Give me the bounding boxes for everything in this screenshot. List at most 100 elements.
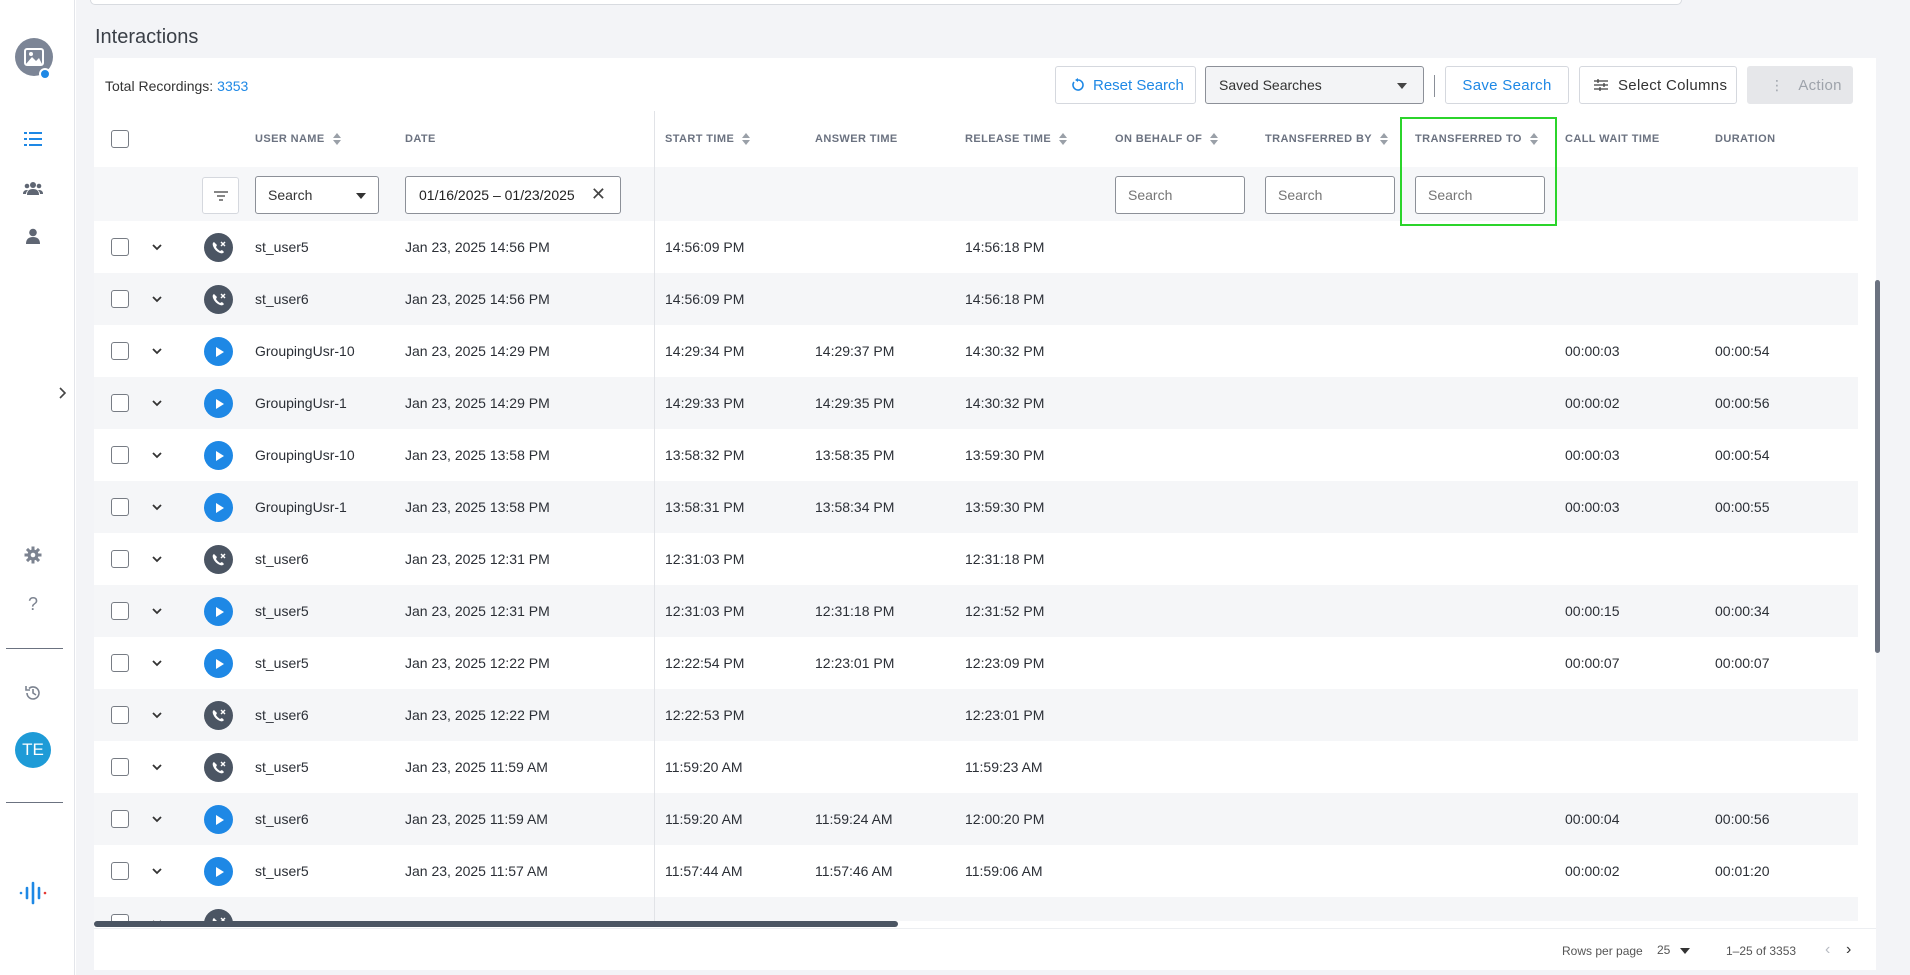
row-checkbox[interactable] <box>111 446 129 464</box>
chevron-down-icon[interactable] <box>151 865 163 877</box>
select-columns-button[interactable]: Select Columns <box>1579 66 1737 104</box>
table-row[interactable]: st_user5 Jan 23, 2025 11:57 AM 11:57:44 AM… <box>94 845 1858 897</box>
column-header-start-time[interactable]: START TIME <box>665 111 751 167</box>
on-behalf-of-search-input[interactable] <box>1115 176 1245 214</box>
profile-image-avatar[interactable] <box>15 38 53 80</box>
row-checkbox[interactable] <box>111 862 129 880</box>
pagination-range: 1–25 of 3353 <box>1726 944 1797 958</box>
cell-duration: 00:00:56 <box>1715 395 1770 411</box>
cell-release-time: 14:56:18 PM <box>965 239 1045 255</box>
table-row[interactable]: st_user6 Jan 23, 2025 14:56 PM 14:56:09 PM… <box>94 273 1858 325</box>
sort-icon[interactable] <box>1380 133 1389 145</box>
sidebar-divider <box>6 648 63 649</box>
column-header-user-name[interactable]: USER NAME <box>255 111 341 167</box>
history-icon <box>25 686 40 700</box>
row-checkbox[interactable] <box>111 758 129 776</box>
row-checkbox[interactable] <box>111 914 129 921</box>
date-range-field[interactable]: 01/16/2025 – 01/23/2025 ✕ <box>405 176 621 214</box>
save-search-button[interactable]: Save Search <box>1445 66 1569 104</box>
row-checkbox[interactable] <box>111 290 129 308</box>
table-row[interactable]: st_user5 Jan 23, 2025 11:59 AM 11:59:20 AM… <box>94 741 1858 793</box>
action-button[interactable]: ⋮ Action <box>1747 66 1853 104</box>
column-header-call-wait-time[interactable]: CALL WAIT TIME <box>1565 111 1660 167</box>
play-recording-button[interactable] <box>204 805 233 834</box>
help-icon[interactable]: ? <box>22 593 44 615</box>
sort-icon[interactable] <box>1059 133 1068 145</box>
column-header-release-time[interactable]: RELEASE TIME <box>965 111 1068 167</box>
play-recording-button[interactable] <box>204 441 233 470</box>
column-header-duration[interactable]: DURATION <box>1715 111 1775 167</box>
filter-button[interactable] <box>202 177 239 214</box>
chevron-down-icon[interactable] <box>151 241 163 253</box>
sidebar-item-settings[interactable] <box>22 544 44 566</box>
table-row[interactable] <box>94 897 1858 921</box>
next-page-button[interactable]: › <box>1846 941 1851 959</box>
table-row[interactable]: GroupingUsr-10 Jan 23, 2025 14:29 PM 14:29… <box>94 325 1858 377</box>
row-checkbox[interactable] <box>111 602 129 620</box>
row-checkbox[interactable] <box>111 810 129 828</box>
chevron-down-icon[interactable] <box>151 605 163 617</box>
chevron-down-icon[interactable] <box>151 709 163 721</box>
sidebar-item-groups[interactable] <box>22 177 44 199</box>
chevron-down-icon[interactable] <box>151 657 163 669</box>
table-row[interactable]: st_user6 Jan 23, 2025 12:31 PM 12:31:03 PM… <box>94 533 1858 585</box>
row-checkbox[interactable] <box>111 342 129 360</box>
missed-call-icon <box>212 709 225 721</box>
play-recording-button[interactable] <box>204 857 233 886</box>
chevron-down-icon[interactable] <box>151 293 163 305</box>
column-header-on-behalf-of[interactable]: ON BEHALF OF <box>1115 111 1219 167</box>
play-recording-button[interactable] <box>204 493 233 522</box>
sort-icon[interactable] <box>1210 133 1219 145</box>
column-header-transferred-by[interactable]: TRANSFERRED BY <box>1265 111 1389 167</box>
row-checkbox[interactable] <box>111 394 129 412</box>
sort-icon[interactable] <box>742 133 751 145</box>
chevron-down-icon[interactable] <box>151 553 163 565</box>
sidebar-item-interactions[interactable] <box>22 128 44 150</box>
cell-date: Jan 23, 2025 14:56 PM <box>405 239 550 255</box>
user-icon <box>26 228 40 244</box>
horizontal-scrollbar[interactable] <box>94 921 898 927</box>
cell-date: Jan 23, 2025 13:58 PM <box>405 447 550 463</box>
select-all-checkbox[interactable] <box>111 130 129 148</box>
row-checkbox[interactable] <box>111 550 129 568</box>
user-avatar[interactable]: TE <box>15 732 51 768</box>
sidebar-item-history[interactable] <box>22 682 44 704</box>
chevron-down-icon[interactable] <box>151 397 163 409</box>
chevron-down-icon[interactable] <box>151 501 163 513</box>
sort-icon[interactable] <box>332 133 341 145</box>
chevron-down-icon[interactable] <box>151 761 163 773</box>
column-header-answer-time[interactable]: ANSWER TIME <box>815 111 898 167</box>
table-row[interactable]: st_user5 Jan 23, 2025 14:56 PM 14:56:09 PM… <box>94 221 1858 273</box>
play-recording-button[interactable] <box>204 337 233 366</box>
cell-release-time: 13:59:30 PM <box>965 499 1045 515</box>
chevron-down-icon[interactable] <box>151 449 163 461</box>
table-row[interactable]: st_user6 Jan 23, 2025 12:22 PM 12:22:53 PM… <box>94 689 1858 741</box>
row-checkbox[interactable] <box>111 706 129 724</box>
sidebar-item-users[interactable] <box>22 225 44 247</box>
transferred-by-search-input[interactable] <box>1265 176 1395 214</box>
reset-search-button[interactable]: Reset Search <box>1055 66 1196 104</box>
table-row[interactable]: st_user5 Jan 23, 2025 12:22 PM 12:22:54 PM… <box>94 637 1858 689</box>
row-checkbox[interactable] <box>111 498 129 516</box>
table-row[interactable]: st_user6 Jan 23, 2025 11:59 AM 11:59:20 AM… <box>94 793 1858 845</box>
row-checkbox[interactable] <box>111 238 129 256</box>
rows-per-page-select[interactable]: 25 <box>1657 943 1691 957</box>
sidebar-expand-button[interactable] <box>58 386 72 404</box>
play-recording-button[interactable] <box>204 389 233 418</box>
row-checkbox[interactable] <box>111 654 129 672</box>
table-row[interactable]: st_user5 Jan 23, 2025 12:31 PM 12:31:03 PM… <box>94 585 1858 637</box>
user-search-select[interactable]: Search <box>255 176 379 214</box>
chevron-down-icon[interactable] <box>151 345 163 357</box>
cell-user-name: st_user5 <box>255 603 309 619</box>
chevron-down-icon[interactable] <box>151 813 163 825</box>
clear-icon[interactable]: ✕ <box>591 184 606 205</box>
column-header-date[interactable]: DATE <box>405 111 436 167</box>
table-row[interactable]: GroupingUsr-1 Jan 23, 2025 14:29 PM 14:29:… <box>94 377 1858 429</box>
previous-page-button[interactable]: ‹ <box>1825 941 1830 959</box>
vertical-scrollbar[interactable] <box>1875 280 1880 653</box>
table-row[interactable]: GroupingUsr-10 Jan 23, 2025 13:58 PM 13:58… <box>94 429 1858 481</box>
table-row[interactable]: GroupingUsr-1 Jan 23, 2025 13:58 PM 13:58:… <box>94 481 1858 533</box>
play-recording-button[interactable] <box>204 649 233 678</box>
saved-searches-dropdown[interactable]: Saved Searches <box>1205 66 1424 104</box>
play-recording-button[interactable] <box>204 597 233 626</box>
